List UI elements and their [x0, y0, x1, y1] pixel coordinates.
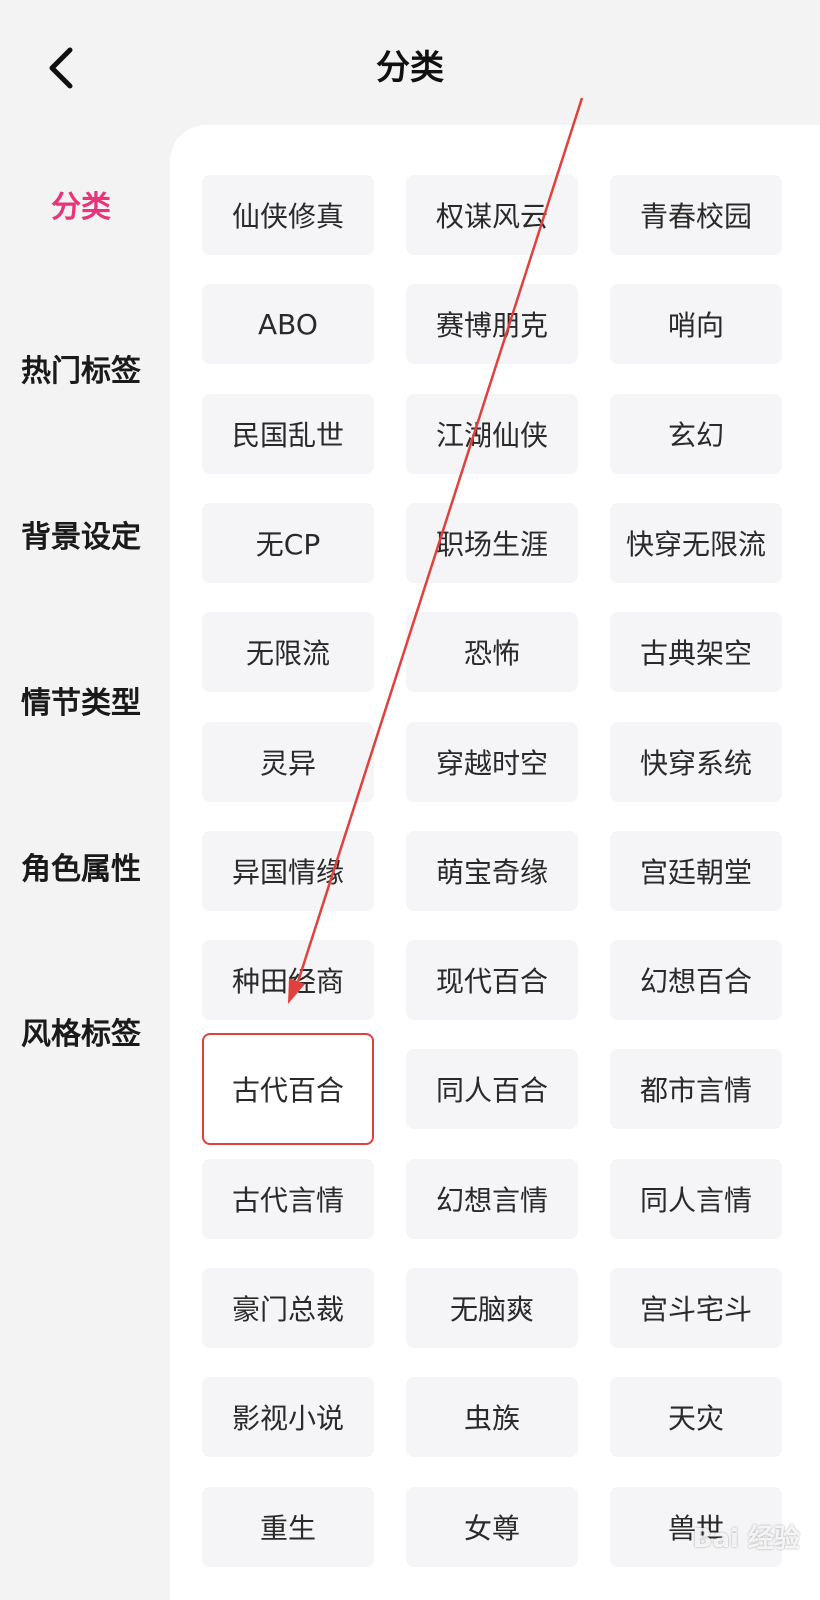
tag-item[interactable]: 异国情缘	[202, 830, 374, 911]
sidebar-item-category[interactable]: 分类	[0, 178, 170, 238]
tag-item[interactable]: 民国乱世	[202, 393, 374, 474]
tag-item[interactable]: 现代百合	[406, 940, 578, 1021]
tag-panel: 仙侠修真 权谋风云 青春校园 ABO 赛博朋克 哨向 民国乱世 江湖仙侠 玄幻 无CP 职场生涯 快穿…	[170, 125, 820, 1600]
tag-item[interactable]: 无CP	[202, 502, 374, 583]
header-bar: 分类	[0, 0, 820, 130]
tag-item[interactable]: ABO	[202, 284, 374, 365]
tag-item[interactable]: 萌宝奇缘	[406, 830, 578, 911]
tag-item[interactable]: 快穿无限流	[610, 502, 782, 583]
tag-item[interactable]: 影视小说	[202, 1377, 374, 1458]
tag-item[interactable]: 快穿系统	[610, 721, 782, 802]
tag-item[interactable]: 权谋风云	[406, 175, 578, 255]
tag-item[interactable]: 同人言情	[610, 1158, 782, 1239]
sidebar-item-plot-type[interactable]: 情节类型	[0, 674, 170, 734]
tag-item[interactable]: 虫族	[406, 1377, 578, 1458]
tag-item[interactable]: 玄幻	[610, 393, 782, 474]
tag-item[interactable]: 古典架空	[610, 612, 782, 693]
watermark: Bai 经验	[692, 1524, 800, 1554]
sidebar-item-background[interactable]: 背景设定	[0, 508, 170, 568]
tag-item[interactable]: 青春校园	[610, 175, 782, 255]
sidebar-item-style-tags[interactable]: 风格标签	[0, 1005, 170, 1065]
tag-item[interactable]: 天灾	[610, 1377, 782, 1458]
sidebar-item-hot-tags[interactable]: 热门标签	[0, 342, 170, 402]
tag-item[interactable]: 幻想言情	[406, 1158, 578, 1239]
tag-item[interactable]: 职场生涯	[406, 502, 578, 583]
tag-item[interactable]: 哨向	[610, 284, 782, 365]
tag-item[interactable]: 重生	[202, 1486, 374, 1567]
tag-item[interactable]: 穿越时空	[406, 721, 578, 802]
tag-item[interactable]: 幻想百合	[610, 940, 782, 1021]
tag-item[interactable]: 灵异	[202, 721, 374, 802]
category-sidebar: 分类 热门标签 背景设定 情节类型 角色属性 风格标签	[0, 130, 170, 1600]
tag-item[interactable]: 宫廷朝堂	[610, 830, 782, 911]
tag-item[interactable]: 江湖仙侠	[406, 393, 578, 474]
tag-item[interactable]: 古代言情	[202, 1158, 374, 1239]
tag-item[interactable]: 仙侠修真	[202, 175, 374, 255]
tag-item[interactable]: 无脑爽	[406, 1268, 578, 1348]
page-title: 分类	[376, 48, 444, 88]
tag-item[interactable]: 豪门总裁	[202, 1268, 374, 1348]
tag-item[interactable]: 同人百合	[406, 1049, 578, 1130]
tag-item[interactable]: 宫斗宅斗	[610, 1268, 782, 1348]
tag-item[interactable]: 无限流	[202, 612, 374, 693]
tag-item[interactable]: 都市言情	[610, 1049, 782, 1130]
tag-item[interactable]: 种田经商	[202, 940, 374, 1021]
tag-item[interactable]: 古代百合	[202, 1033, 374, 1146]
tag-item[interactable]: 女尊	[406, 1486, 578, 1567]
tag-item[interactable]: 恐怖	[406, 612, 578, 693]
tag-item[interactable]: 赛博朋克	[406, 284, 578, 365]
sidebar-item-character[interactable]: 角色属性	[0, 840, 170, 900]
